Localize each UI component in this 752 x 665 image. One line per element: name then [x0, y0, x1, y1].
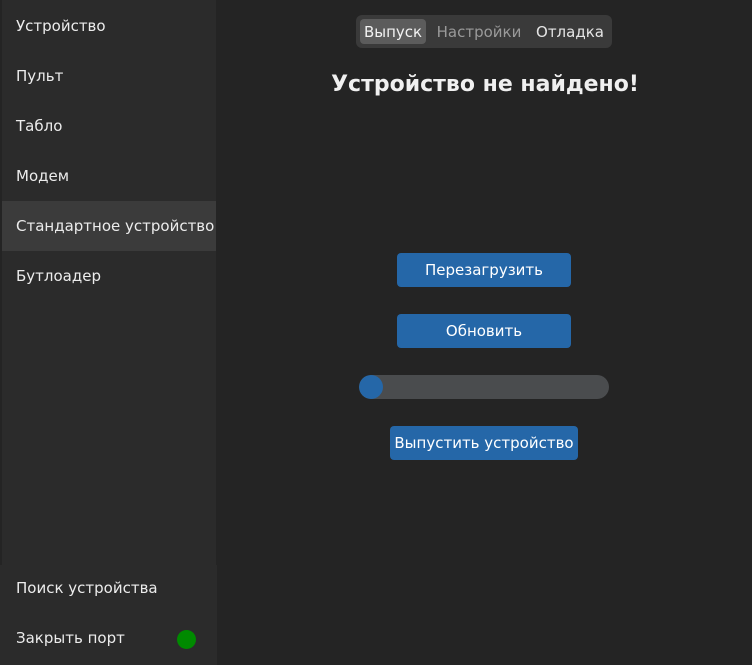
sidebar-item-bootloader[interactable]: Бутлоадер [2, 251, 216, 301]
port-status-indicator [177, 630, 196, 649]
sidebar-item-label: Бутлоадер [16, 267, 101, 285]
sidebar-item-modem[interactable]: Модем [2, 151, 216, 201]
update-button[interactable]: Обновить [397, 314, 571, 348]
sidebar-item-label: Пульт [16, 67, 64, 85]
sidebar-item-label: Модем [16, 167, 70, 185]
tab-debug[interactable]: Отладка [532, 19, 608, 44]
sidebar-item-label: Стандартное устройство [16, 217, 215, 235]
sidebar-item-remote[interactable]: Пульт [2, 51, 216, 101]
reboot-button[interactable]: Перезагрузить [397, 253, 571, 287]
tab-settings[interactable]: Настройки [432, 19, 526, 44]
tab-release[interactable]: Выпуск [360, 19, 426, 44]
find-device-button[interactable]: Поиск устройства [2, 563, 216, 613]
sidebar-item-standard-device[interactable]: Стандартное устройство [2, 201, 216, 251]
sidebar-bottom-panel: Поиск устройства Закрыть порт [0, 565, 217, 665]
sidebar-item-scoreboard[interactable]: Табло [2, 101, 216, 151]
close-port-label: Закрыть порт [16, 629, 125, 647]
tab-bar: Выпуск Настройки Отладка [356, 15, 612, 48]
release-device-button[interactable]: Выпустить устройство [390, 426, 578, 460]
find-device-label: Поиск устройства [16, 579, 158, 597]
page-title: Устройство не найдено! [331, 72, 639, 97]
sidebar-item-label: Табло [16, 117, 63, 135]
sidebar-item-device[interactable]: Устройство [2, 1, 216, 51]
sidebar-item-label: Устройство [16, 17, 106, 35]
update-progress-bar [359, 375, 609, 399]
progress-fill [359, 375, 383, 399]
